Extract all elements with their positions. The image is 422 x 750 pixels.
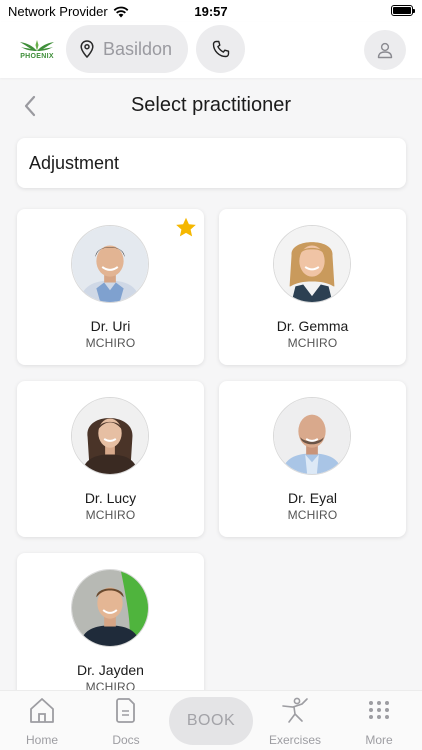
practitioner-card[interactable]: Dr. Jayden MCHIRO xyxy=(17,553,204,709)
practitioner-photo xyxy=(273,225,351,303)
map-pin-icon xyxy=(80,40,94,58)
practitioner-photo xyxy=(71,569,149,647)
phoenix-logo[interactable]: PHOENIX xyxy=(14,37,60,67)
title-bar: Select practitioner xyxy=(0,80,422,132)
location-selector[interactable]: Basildon xyxy=(66,25,188,73)
tab-exercises-label: Exercises xyxy=(268,733,321,747)
service-value: Adjustment xyxy=(29,152,120,173)
stretching-person-icon xyxy=(282,697,308,723)
service-field[interactable]: Adjustment xyxy=(17,138,406,188)
tab-more-label: More xyxy=(365,733,393,747)
practitioner-credential: MCHIRO xyxy=(287,336,338,350)
tab-docs-label: Docs xyxy=(112,733,140,747)
avatar-image xyxy=(274,226,350,302)
practitioner-name: Dr. Eyal xyxy=(287,490,337,506)
clock: 19:57 xyxy=(194,4,228,19)
practitioner-card[interactable]: Dr. Uri MCHIRO xyxy=(17,209,204,365)
avatar-image xyxy=(72,226,148,302)
status-bar: Network Provider 19:57 xyxy=(0,0,422,22)
practitioner-card[interactable]: Dr. Lucy MCHIRO xyxy=(17,381,204,537)
tab-home[interactable]: Home xyxy=(7,695,77,747)
tab-more[interactable]: More xyxy=(344,695,414,747)
practitioner-photo xyxy=(71,397,149,475)
tab-home-label: Home xyxy=(25,733,58,747)
avatar-image xyxy=(274,398,350,474)
tab-exercises[interactable]: Exercises xyxy=(260,695,330,747)
practitioner-name: Dr. Lucy xyxy=(84,490,137,506)
practitioner-credential: MCHIRO xyxy=(287,508,338,522)
profile-button[interactable] xyxy=(364,30,406,70)
house-icon xyxy=(30,698,54,723)
star-icon[interactable] xyxy=(174,216,198,240)
phoenix-wings-logo xyxy=(20,40,54,51)
page-title: Select practitioner xyxy=(130,94,292,116)
avatar-image xyxy=(72,398,148,474)
phone-icon xyxy=(212,40,229,58)
user-icon xyxy=(377,42,393,59)
practitioner-credential: MCHIRO xyxy=(85,508,136,522)
practitioner-photo xyxy=(273,397,351,475)
location-label: Basildon xyxy=(103,38,173,59)
practitioner-name: Dr. Gemma xyxy=(276,318,349,334)
practitioner-credential: MCHIRO xyxy=(85,336,136,350)
practitioner-name: Dr. Jayden xyxy=(77,662,144,678)
grid-dots-icon xyxy=(369,701,389,719)
practitioner-card[interactable]: Dr. Eyal MCHIRO xyxy=(219,381,406,537)
avatar-image xyxy=(72,570,148,646)
practitioner-photo xyxy=(71,225,149,303)
phone-button[interactable] xyxy=(196,25,245,73)
practitioner-name: Dr. Uri xyxy=(90,318,131,334)
top-header: PHOENIX Basildon xyxy=(0,22,422,78)
tab-docs[interactable]: Docs xyxy=(91,695,161,747)
practitioner-card[interactable]: Dr. Gemma MCHIRO xyxy=(219,209,406,365)
bottom-tab-bar: Home Docs BOOK Exercises More xyxy=(0,690,422,750)
document-icon xyxy=(116,698,135,723)
brand-name: PHOENIX xyxy=(20,53,54,60)
book-button[interactable]: BOOK xyxy=(169,697,253,745)
battery-icon xyxy=(391,5,415,16)
